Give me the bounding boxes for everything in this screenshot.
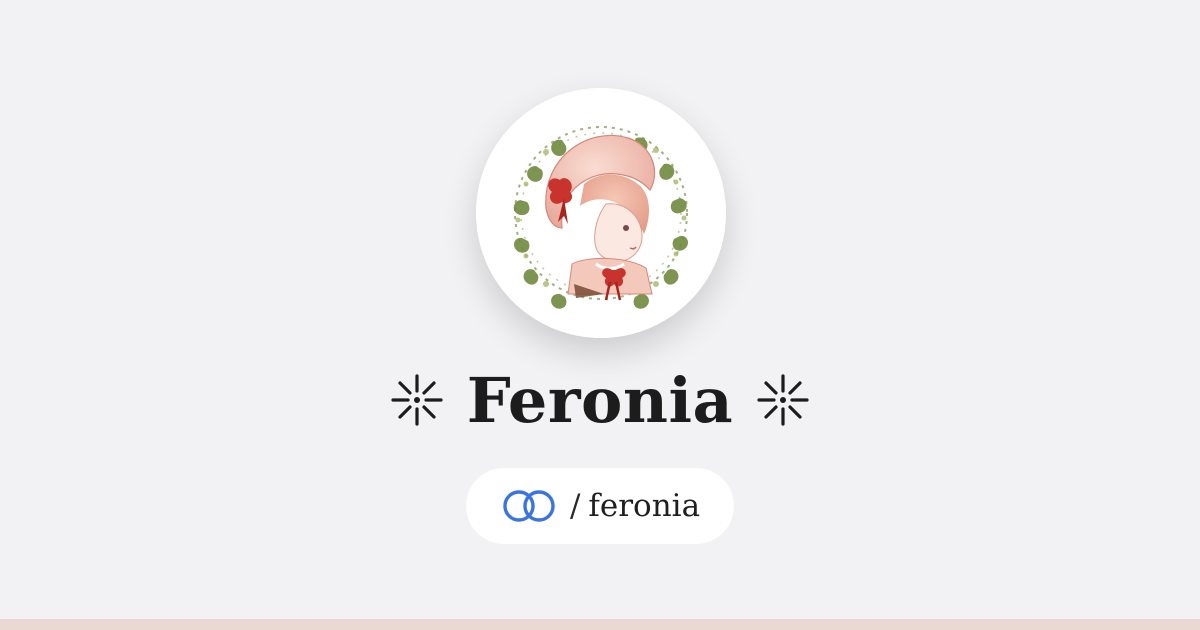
linked-rings-icon — [503, 490, 555, 522]
profile-handle-link[interactable]: / feronia — [466, 468, 734, 544]
avatar[interactable] — [476, 88, 726, 338]
avatar-illustration-icon — [476, 88, 726, 338]
footer-stripe — [0, 619, 1200, 630]
profile-name: Feronia — [466, 363, 734, 437]
profile-handle: feronia — [588, 488, 701, 524]
handle-separator: / — [569, 488, 581, 524]
profile-name-row: Feronia — [0, 360, 1200, 440]
profile-card: Feronia / feronia — [0, 0, 1200, 630]
asterisk-star-icon — [391, 374, 443, 426]
asterisk-star-icon — [757, 374, 809, 426]
